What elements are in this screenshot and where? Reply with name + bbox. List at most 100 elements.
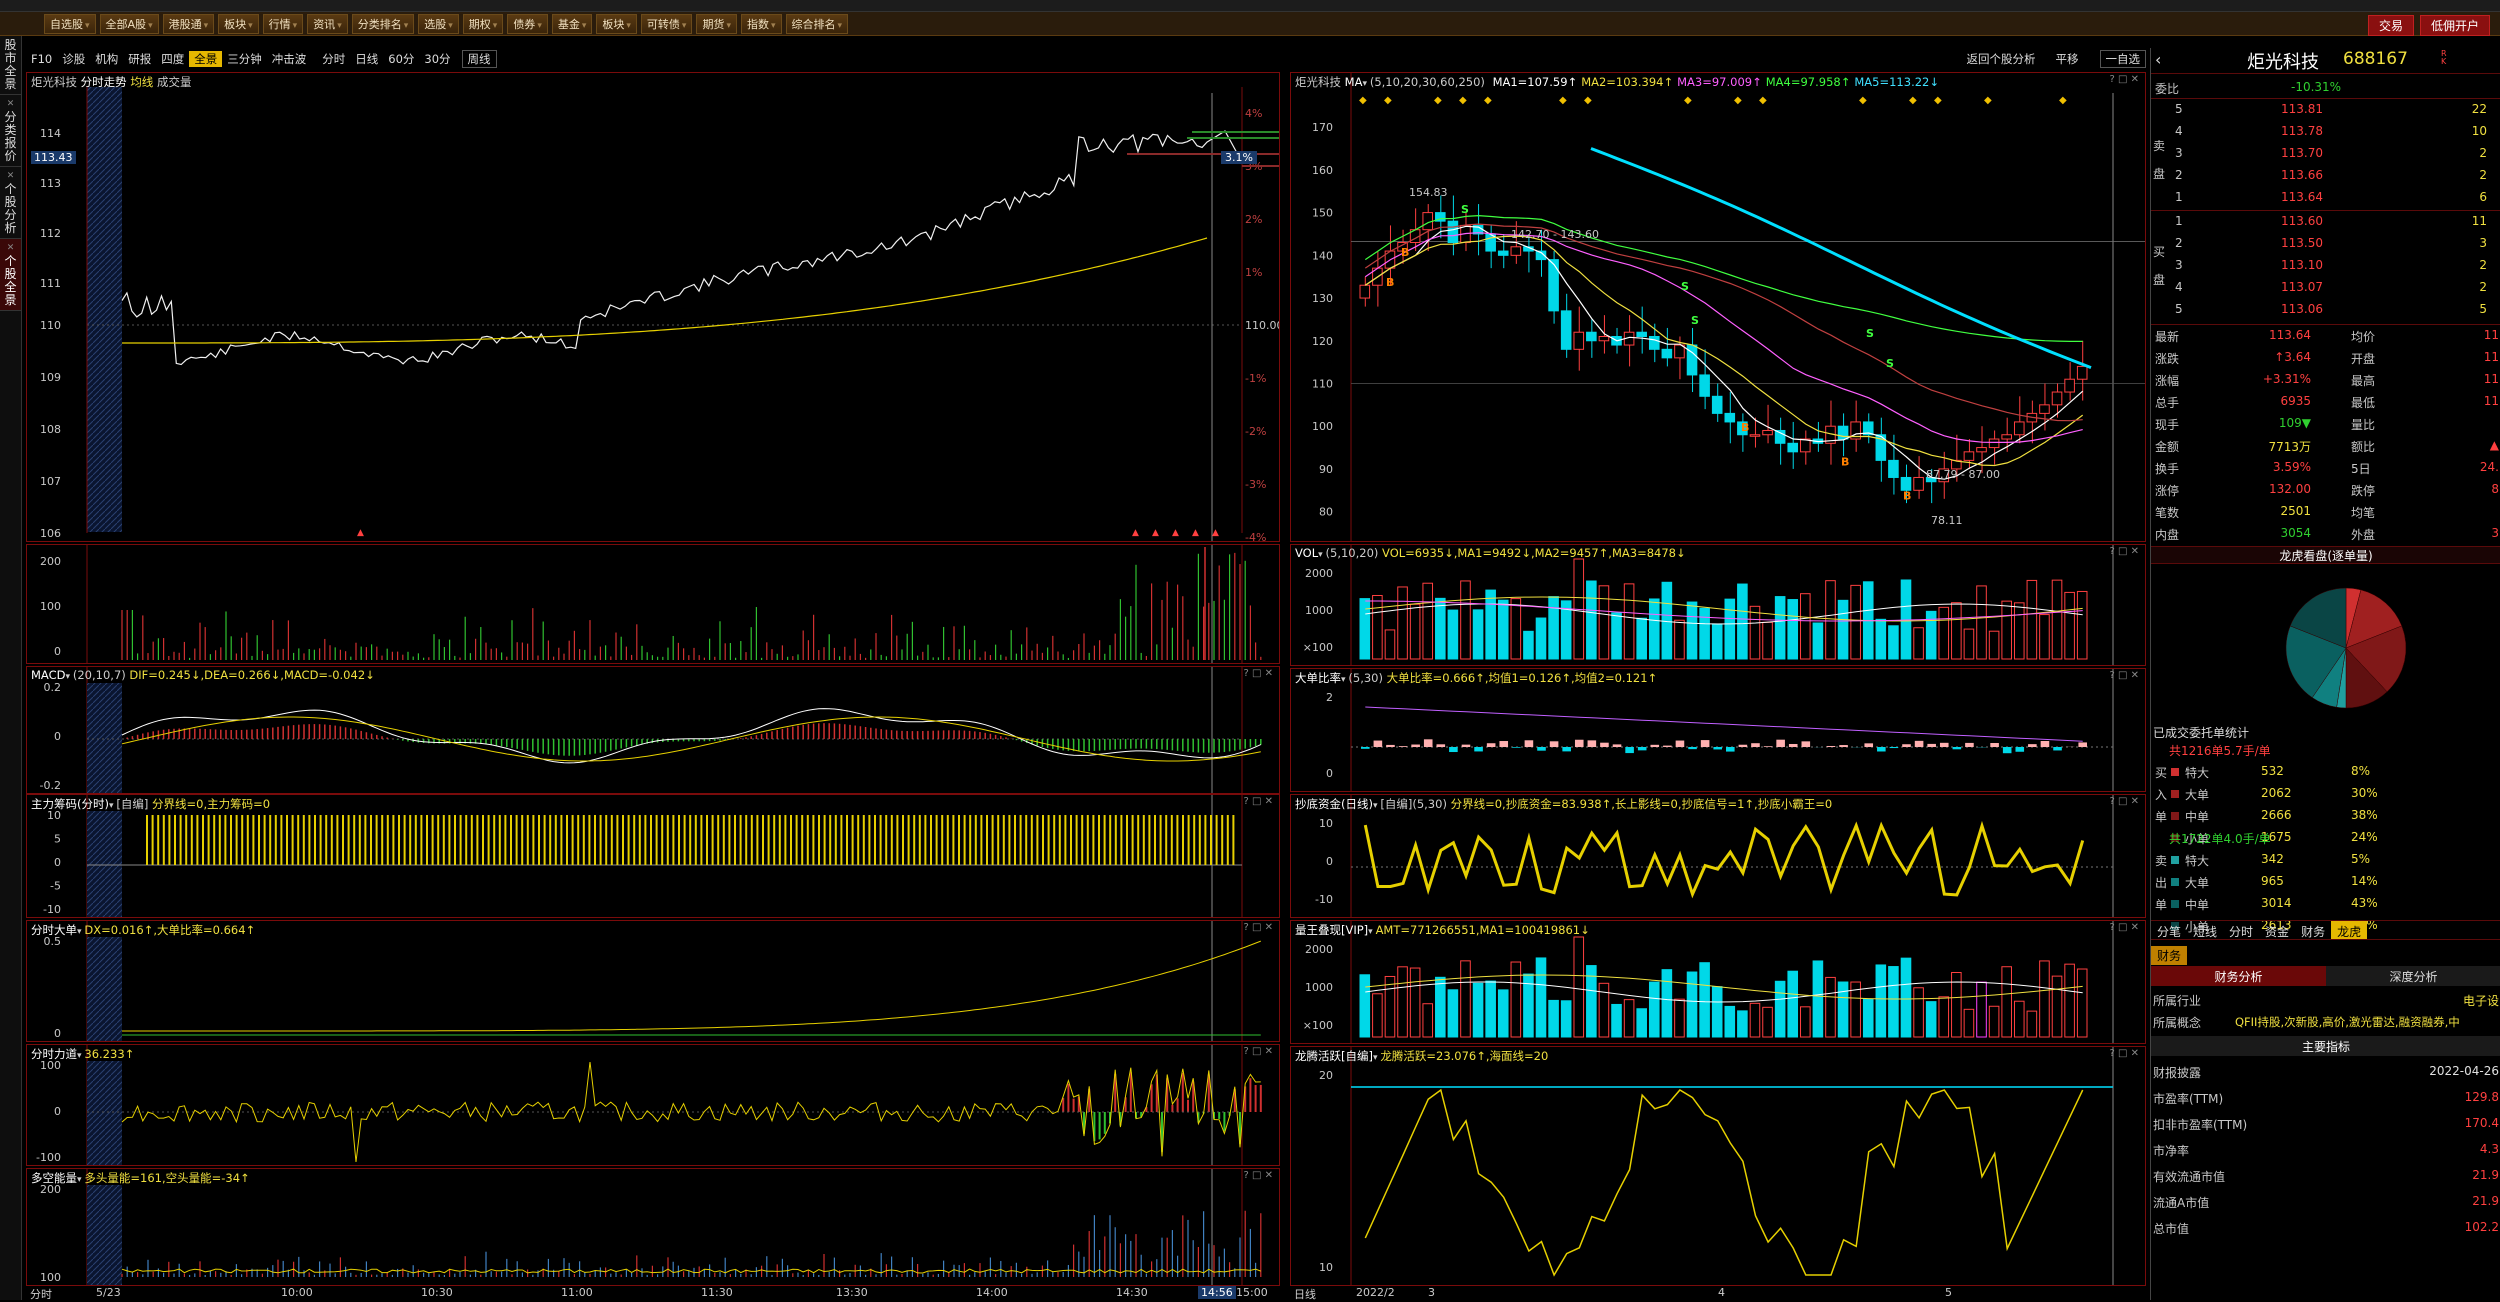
amount-bar (1511, 962, 1521, 1037)
price-tick: 113 (40, 177, 61, 190)
tab-4[interactable]: 四度 (156, 51, 189, 67)
vtab-0[interactable]: 股市全景 (0, 36, 21, 95)
quote-tab-2[interactable]: 分时 (2223, 921, 2259, 939)
indicator-header[interactable]: 主力筹码(分时)▾ [自编] 分界线=0,主力筹码=0 (31, 796, 270, 812)
toolbar-item-7[interactable]: 选股▾ (418, 14, 459, 34)
indicator-header[interactable]: MACD▾ (20,10,7) DIF=0.245↓,DEA=0.266↓,MA… (31, 668, 375, 682)
bid-row[interactable]: 5113.065 (2151, 300, 2500, 320)
panel-controls[interactable]: ? □ ✕ (1244, 1046, 1274, 1057)
finance-subtab-1[interactable]: 深度分析 (2326, 966, 2500, 986)
finance-tab[interactable]: 财务 (2151, 946, 2187, 965)
period-tab-1[interactable]: 日线 (350, 51, 383, 67)
tab-0[interactable]: F10 (26, 52, 57, 66)
finance-label: 市净率 (2153, 1142, 2189, 1159)
toolbar-item-1[interactable]: 全部A股▾ (100, 14, 159, 34)
period-tab-3[interactable]: 30分 (419, 51, 455, 67)
toolbar-item-9[interactable]: 债券▾ (507, 14, 548, 34)
toolbar-item-12[interactable]: 可转债▾ (641, 14, 693, 34)
candle-body (1889, 460, 1899, 477)
vtab-3[interactable]: ✕个股全景 (0, 239, 21, 311)
toolbar-item-15[interactable]: 综合排名▾ (786, 14, 849, 34)
tab-6[interactable]: 三分钟 (222, 51, 267, 67)
tab-2[interactable]: 机构 (90, 51, 123, 67)
quote-tab-0[interactable]: 分笔 (2151, 921, 2187, 939)
ask-row[interactable]: 2113.662 (2151, 166, 2500, 186)
sell-signal: S (1691, 314, 1699, 327)
sub-right-0[interactable]: 返回个股分析 (1962, 51, 2041, 67)
tab-1[interactable]: 诊股 (57, 51, 90, 67)
big-order-bar (1877, 747, 1886, 751)
quote-tab-1[interactable]: 短线 (2187, 921, 2223, 939)
finance-subtab-0[interactable]: 财务分析 (2151, 966, 2326, 986)
period-tab-0[interactable]: 分时 (317, 51, 350, 67)
indicator-header[interactable]: VOL▾ (5,10,20) VOL=6935↓,MA1=9492↓,MA2=9… (1295, 546, 1686, 560)
toolbar-item-8[interactable]: 期权▾ (463, 14, 504, 34)
big-order-bar (1663, 746, 1672, 747)
indicator-header[interactable]: 分时力道▾ 36.233↑ (31, 1046, 134, 1062)
toolbar-item-13[interactable]: 期货▾ (696, 14, 737, 34)
toolbar-item-10[interactable]: 基金▾ (552, 14, 593, 34)
sub-right-1[interactable]: 平移 (2051, 51, 2084, 67)
indicator-header[interactable]: 大单比率▾ (5,30) 大单比率=0.666↑,均值1=0.126↑,均值2=… (1295, 670, 1657, 686)
ma-value: MA1=107.59↑ (1493, 75, 1578, 89)
panel-controls[interactable]: ? □ ✕ (1244, 922, 1274, 933)
bid-row[interactable]: 3113.102 (2151, 256, 2500, 276)
panel-controls[interactable]: ? □ ✕ (1244, 796, 1274, 807)
panel-controls[interactable]: ? □ ✕ (2110, 1048, 2140, 1059)
indicator-header[interactable]: 抄底资金(日线)▾ [自编](5,30) 分界线=0,抄底资金=83.938↑,… (1295, 796, 1832, 812)
back-icon[interactable]: ‹ (2155, 50, 2161, 69)
quote-tab-4[interactable]: 财务 (2295, 921, 2331, 939)
toolbar-item-6[interactable]: 分类排名▾ (352, 14, 415, 34)
indicator-header[interactable]: 量王叠现[VIP]▾ AMT=771266551,MA1=100419861↓ (1295, 922, 1590, 938)
ask-row[interactable]: 1113.646 (2151, 188, 2500, 208)
ma-selector[interactable]: MA (1345, 75, 1363, 89)
sub-right-2[interactable]: 一自选 (2100, 50, 2147, 68)
ask-row[interactable]: 4113.7810 (2151, 122, 2500, 142)
volume-bar (1410, 604, 1420, 659)
toolbar-item-0[interactable]: 自选股▾ (44, 14, 96, 34)
bid-row[interactable]: 4113.072 (2151, 278, 2500, 298)
tab-5[interactable]: 全景 (189, 51, 222, 67)
indicator-header[interactable]: 多空能量▾ 多头量能=161,空头量能=-34↑ (31, 1170, 250, 1186)
period-tab-4[interactable]: 周线 (462, 50, 497, 68)
amount-bar (1473, 983, 1483, 1037)
panel-controls[interactable]: ? □ ✕ (2110, 796, 2140, 807)
open-account-button[interactable]: 低佣开户 (2420, 15, 2490, 36)
vtab-1[interactable]: ✕分类报价 (0, 95, 21, 167)
panel-controls[interactable]: ? □ ✕ (2110, 74, 2140, 85)
quote-tab-3[interactable]: 资金 (2259, 921, 2295, 939)
time-tick: 11:30 (701, 1286, 733, 1299)
chevron-down-icon: ▾ (682, 21, 687, 31)
panel-controls[interactable]: ? □ ✕ (2110, 670, 2140, 681)
indicator-header[interactable]: 分时大单▾ DX=0.016↑,大单比率=0.664↑ (31, 922, 255, 938)
indicator-header[interactable]: 龙腾活跃[自编]▾ 龙腾活跃=23.076↑,海面线=20 (1295, 1048, 1548, 1064)
quote-tab-5[interactable]: 龙虎 (2331, 921, 2367, 939)
toolbar-item-11[interactable]: 板块▾ (596, 14, 637, 34)
amount-bar (1989, 1006, 1999, 1037)
toolbar-item-4[interactable]: 行情▾ (263, 14, 304, 34)
amount-bar (2052, 976, 2062, 1037)
period-tab-2[interactable]: 60分 (383, 51, 419, 67)
volume-bar (1801, 594, 1811, 659)
order-count: 965 (2261, 874, 2284, 888)
panel-controls[interactable]: ? □ ✕ (2110, 922, 2140, 933)
stat-row: 最新113.64均价11 (2151, 326, 2500, 346)
toolbar-item-5[interactable]: 资讯▾ (307, 14, 348, 34)
vtab-2[interactable]: ✕个股分析 (0, 167, 21, 239)
trade-button[interactable]: 交易 (2368, 15, 2414, 36)
sell-signal: S (1681, 280, 1689, 293)
bid-row[interactable]: 2113.503 (2151, 234, 2500, 254)
ask-row[interactable]: 3113.702 (2151, 144, 2500, 164)
panel-controls[interactable]: ? □ ✕ (1244, 668, 1274, 679)
tab-3[interactable]: 研报 (123, 51, 156, 67)
toolbar-item-3[interactable]: 板块▾ (218, 14, 259, 34)
panel-controls[interactable]: ? □ ✕ (2110, 546, 2140, 557)
toolbar-item-2[interactable]: 港股通▾ (163, 14, 215, 34)
stat-label: 换手 (2155, 460, 2179, 477)
ask-row[interactable]: 5113.8122 (2151, 100, 2500, 120)
right-indicator-1: 20大单比率▾ (5,30) 大单比率=0.666↑,均值1=0.126↑,均值… (1290, 668, 2146, 792)
bid-row[interactable]: 1113.6011 (2151, 212, 2500, 232)
toolbar-item-14[interactable]: 指数▾ (741, 14, 782, 34)
tab-7[interactable]: 冲击波 (267, 51, 312, 67)
panel-controls[interactable]: ? □ ✕ (1244, 1170, 1274, 1181)
